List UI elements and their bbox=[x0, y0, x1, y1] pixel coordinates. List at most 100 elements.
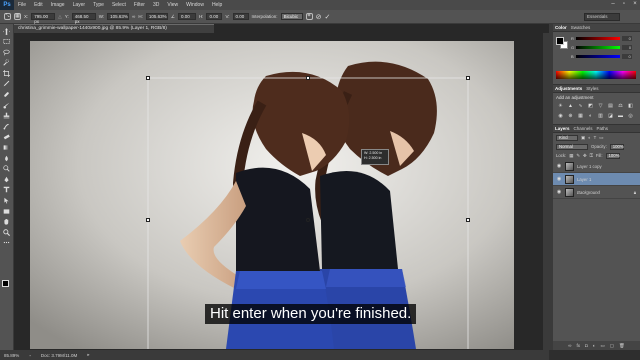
marquee-tool-icon[interactable] bbox=[2, 38, 11, 46]
tab-color[interactable]: Color bbox=[555, 25, 567, 30]
black-white-icon[interactable]: ◧ bbox=[627, 102, 634, 109]
menu-edit[interactable]: Edit bbox=[30, 2, 47, 8]
transform-reference-point[interactable] bbox=[306, 218, 310, 222]
tab-paths[interactable]: Paths bbox=[597, 126, 609, 131]
transform-handle-right[interactable] bbox=[466, 218, 470, 222]
vertical-skew-input[interactable]: 0.00 bbox=[232, 13, 249, 20]
delete-layer-icon[interactable]: 🗑︎ bbox=[619, 343, 625, 349]
menu-select[interactable]: Select bbox=[108, 2, 130, 8]
new-adjustment-layer-icon[interactable]: ◐ bbox=[593, 343, 596, 348]
more-tools-icon[interactable] bbox=[2, 239, 11, 247]
layer-style-icon[interactable]: fx bbox=[577, 343, 581, 348]
height-percent-input[interactable]: 105.63% bbox=[145, 13, 168, 20]
menu-image[interactable]: Image bbox=[47, 2, 69, 8]
image-canvas[interactable] bbox=[30, 41, 514, 349]
reference-point-icon[interactable]: ▦ bbox=[14, 13, 21, 20]
vibrance-icon[interactable]: ▽ bbox=[597, 102, 604, 109]
maximize-icon[interactable]: ▫ bbox=[621, 1, 627, 7]
transform-handle-top-left[interactable] bbox=[146, 76, 150, 80]
tab-channels[interactable]: Channels bbox=[574, 126, 593, 131]
tab-styles[interactable]: Styles bbox=[586, 86, 598, 91]
eyedropper-tool-icon[interactable] bbox=[2, 80, 11, 88]
selective-color-icon[interactable]: ◎ bbox=[627, 112, 634, 119]
opacity-input[interactable]: 100% bbox=[609, 143, 624, 150]
curves-icon[interactable]: ∿ bbox=[577, 102, 584, 109]
history-brush-tool-icon[interactable] bbox=[2, 122, 11, 130]
levels-icon[interactable]: ▲ bbox=[567, 102, 574, 109]
quick-select-tool-icon[interactable] bbox=[2, 59, 11, 67]
foreground-color-swatch[interactable] bbox=[2, 280, 9, 287]
fill-input[interactable]: 100% bbox=[605, 152, 620, 159]
link-layers-icon[interactable]: ∞ bbox=[568, 343, 571, 348]
close-icon[interactable]: × bbox=[632, 1, 638, 7]
panel-foreground-swatch[interactable] bbox=[556, 37, 564, 45]
commit-transform-icon[interactable]: ✓ bbox=[324, 13, 330, 21]
layer-name[interactable]: Layer 1 copy bbox=[577, 164, 602, 169]
blur-tool-icon[interactable] bbox=[2, 154, 11, 162]
y-position-input[interactable]: 468.50 px bbox=[71, 13, 96, 24]
red-slider[interactable] bbox=[575, 37, 620, 40]
visibility-eye-icon[interactable]: ◉ bbox=[556, 176, 562, 182]
tab-adjustments[interactable]: Adjustments bbox=[555, 86, 582, 91]
channel-mixer-icon[interactable]: ⊕ bbox=[567, 112, 574, 119]
transform-handle-top-right[interactable] bbox=[466, 76, 470, 80]
clone-stamp-tool-icon[interactable] bbox=[2, 112, 11, 120]
layer-row-layer-1[interactable]: ◉ Layer 1 bbox=[553, 173, 640, 186]
minimize-icon[interactable]: – bbox=[610, 1, 616, 7]
move-tool-icon[interactable] bbox=[2, 27, 11, 35]
photo-filter-icon[interactable]: ◉ bbox=[557, 112, 564, 119]
menu-3d[interactable]: 3D bbox=[149, 2, 163, 8]
transform-handle-left[interactable] bbox=[146, 218, 150, 222]
menu-window[interactable]: Window bbox=[182, 2, 208, 8]
blue-value[interactable]: 0 bbox=[621, 54, 632, 59]
filter-shape-icon[interactable]: ▭ bbox=[599, 135, 603, 141]
pen-tool-icon[interactable] bbox=[2, 175, 11, 183]
layer-kind-filter[interactable]: Kind bbox=[556, 134, 578, 141]
lock-all-icon[interactable]: ⚿ bbox=[590, 153, 593, 158]
healing-brush-tool-icon[interactable] bbox=[2, 91, 11, 99]
interpolation-select[interactable]: Bicubic bbox=[280, 13, 303, 20]
brush-tool-icon[interactable] bbox=[2, 101, 11, 109]
green-value[interactable]: 0 bbox=[622, 45, 633, 50]
filter-pixel-icon[interactable]: ▣ bbox=[581, 135, 585, 141]
document-size[interactable]: Doc: 3.79M/11.0M bbox=[41, 353, 77, 358]
color-balance-icon[interactable]: ⚖ bbox=[617, 102, 624, 109]
green-slider[interactable] bbox=[576, 46, 621, 49]
tab-layers[interactable]: Layers bbox=[555, 126, 570, 131]
relative-position-icon[interactable]: △ bbox=[58, 14, 61, 20]
status-menu-arrow-icon[interactable]: ▸ bbox=[87, 352, 89, 358]
color-lookup-icon[interactable]: ▦ bbox=[577, 112, 584, 119]
visibility-eye-icon[interactable]: ◉ bbox=[556, 189, 562, 195]
new-group-icon[interactable]: ▭ bbox=[600, 343, 604, 349]
new-layer-icon[interactable]: ▢ bbox=[610, 343, 614, 349]
zoom-tool-icon[interactable] bbox=[2, 228, 11, 236]
hue-saturation-icon[interactable]: ▤ bbox=[607, 102, 614, 109]
layer-row-layer-1-copy[interactable]: ◉ Layer 1 copy bbox=[553, 160, 640, 173]
threshold-icon[interactable]: ◪ bbox=[607, 112, 614, 119]
eraser-tool-icon[interactable] bbox=[2, 133, 11, 141]
blue-slider[interactable] bbox=[575, 55, 620, 58]
lock-image-icon[interactable]: ✎ bbox=[576, 153, 580, 159]
gradient-tool-icon[interactable] bbox=[2, 144, 11, 152]
workspace-select[interactable]: Essentials bbox=[584, 13, 620, 21]
tab-swatches[interactable]: Swatches bbox=[571, 25, 591, 30]
rectangle-tool-icon[interactable] bbox=[2, 207, 11, 215]
gradient-map-icon[interactable]: ▬ bbox=[617, 112, 624, 119]
path-selection-tool-icon[interactable] bbox=[2, 197, 11, 205]
rotate-angle-input[interactable]: 0.00 bbox=[177, 13, 196, 20]
blend-mode-select[interactable]: Normal bbox=[556, 143, 588, 150]
document-tab[interactable]: christina_grimmie-wallpaper-1440x900.jpg… bbox=[14, 24, 214, 33]
lock-position-icon[interactable]: ✥ bbox=[583, 153, 587, 159]
crop-tool-icon[interactable] bbox=[2, 69, 11, 77]
hand-tool-icon[interactable] bbox=[2, 218, 11, 226]
horizontal-skew-input[interactable]: 0.00 bbox=[206, 13, 223, 20]
menu-view[interactable]: View bbox=[163, 2, 182, 8]
posterize-icon[interactable]: ▥ bbox=[597, 112, 604, 119]
filter-type-icon[interactable]: T bbox=[594, 135, 597, 140]
transform-tool-icon[interactable]: ⤡ bbox=[4, 13, 11, 20]
width-percent-input[interactable]: 105.63% bbox=[107, 13, 130, 20]
warp-icon[interactable]: ⌗ bbox=[305, 13, 313, 20]
dodge-tool-icon[interactable] bbox=[2, 165, 11, 173]
menu-help[interactable]: Help bbox=[208, 2, 226, 8]
filter-adjustment-icon[interactable]: ◐ bbox=[588, 135, 591, 140]
